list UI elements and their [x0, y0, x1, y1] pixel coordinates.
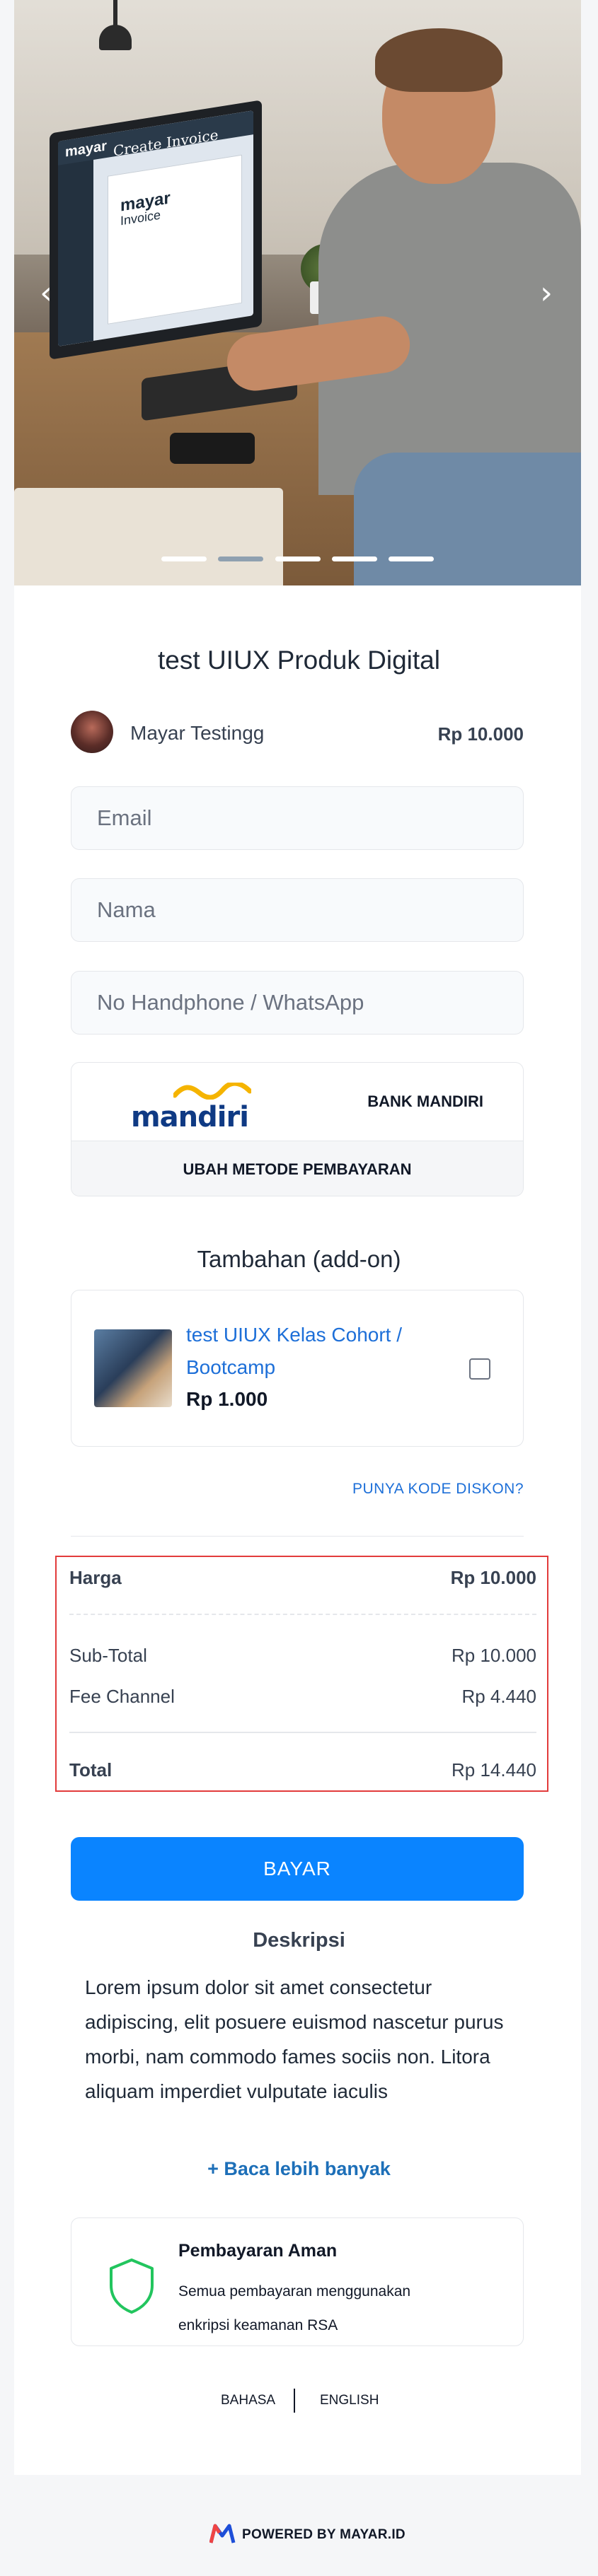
description-title: Deskripsi: [253, 1929, 345, 1952]
carousel-dot-5[interactable]: [389, 556, 434, 561]
phone-input[interactable]: [71, 972, 523, 1034]
seller-row: Mayar Testingg Rp 10.000: [71, 711, 524, 753]
mandiri-logo: mandiri: [131, 1083, 265, 1133]
secure-payment-text: Semua pembayaran menggunakan enkripsi ke…: [178, 2283, 411, 2333]
addon-price: Rp 1.000: [186, 1388, 268, 1410]
mandiri-waves-icon: [173, 1083, 251, 1100]
mayar-logo-icon: [209, 2524, 236, 2543]
summary-total-row: Total Rp 14.440: [69, 1759, 536, 1781]
summary-dashed-divider: [69, 1614, 536, 1615]
summary-harga-value: Rp 10.000: [450, 1567, 536, 1588]
carousel-dot-2[interactable]: [218, 556, 263, 561]
secure-payment-card: Pembayaran Aman Semua pembayaran menggun…: [71, 2217, 524, 2346]
language-selector: BAHASA ENGLISH: [0, 2389, 598, 2417]
language-separator: [294, 2389, 295, 2413]
pay-button[interactable]: BAYAR: [71, 1837, 524, 1901]
secure-payment-title: Pembayaran Aman: [178, 2241, 338, 2261]
seller-name: Mayar Testingg: [130, 722, 265, 744]
discount-code-link[interactable]: PUNYA KODE DISKON?: [352, 1481, 524, 1498]
addon-item[interactable]: test UIUX Kelas Cohort / Bootcamp Rp 1.0…: [71, 1290, 524, 1447]
carousel-prev-arrow-icon[interactable]: ‹: [32, 276, 60, 311]
summary-total-value: Rp 14.440: [452, 1759, 536, 1781]
summary-harga-row: Harga Rp 10.000: [69, 1567, 536, 1589]
price-summary: Harga Rp 10.000 Sub-Total Rp 10.000 Fee …: [55, 1556, 548, 1792]
name-field: [71, 878, 524, 942]
payment-method-card: mandiri BANK MANDIRI UBAH METODE PEMBAYA…: [71, 1062, 524, 1196]
addon-name[interactable]: test UIUX Kelas Cohort / Bootcamp: [186, 1319, 441, 1384]
summary-divider: [69, 1732, 536, 1733]
summary-total-label: Total: [69, 1759, 113, 1781]
summary-subtotal-row: Sub-Total Rp 10.000: [69, 1645, 536, 1667]
summary-fee-label: Fee Channel: [69, 1686, 175, 1707]
mandiri-logo-text: mandiri: [131, 1101, 249, 1133]
phone-field: [71, 971, 524, 1035]
addon-checkbox[interactable]: [469, 1358, 490, 1380]
summary-harga-label: Harga: [69, 1567, 122, 1588]
powered-by-text: POWERED BY MAYAR.ID: [242, 2527, 406, 2542]
carousel-dot-1[interactable]: [161, 556, 207, 561]
divider: [71, 1536, 524, 1537]
shield-icon: [110, 2259, 154, 2314]
email-input[interactable]: [71, 787, 523, 849]
summary-subtotal-value: Rp 10.000: [452, 1645, 536, 1666]
language-english[interactable]: ENGLISH: [320, 2393, 379, 2408]
bank-name: BANK MANDIRI: [367, 1092, 483, 1110]
summary-fee-row: Fee Channel Rp 4.440: [69, 1686, 536, 1708]
product-image-carousel[interactable]: mayar Create Invoice mayar Invoice: [14, 0, 581, 585]
carousel-next-arrow-icon[interactable]: ›: [532, 276, 560, 311]
carousel-pagination: [0, 556, 598, 562]
summary-subtotal-label: Sub-Total: [69, 1645, 147, 1666]
summary-fee-value: Rp 4.440: [461, 1686, 536, 1707]
carousel-dot-4[interactable]: [332, 556, 377, 561]
product-price: Rp 10.000: [437, 723, 524, 745]
read-more-link[interactable]: + Baca lebih banyak: [0, 2158, 598, 2180]
language-label[interactable]: BAHASA: [221, 2393, 275, 2408]
powered-by-footer[interactable]: POWERED BY MAYAR.ID: [0, 2522, 598, 2550]
change-payment-method-button[interactable]: UBAH METODE PEMBAYARAN: [71, 1141, 523, 1196]
addon-section-title: Tambahan (add-on): [197, 1246, 401, 1272]
carousel-dot-3[interactable]: [275, 556, 321, 561]
product-title: test UIUX Produk Digital: [158, 646, 440, 675]
addon-thumbnail: [94, 1329, 172, 1407]
email-field: [71, 786, 524, 850]
description-fade: [71, 2100, 538, 2135]
seller-avatar: [71, 711, 113, 753]
name-input[interactable]: [71, 879, 523, 941]
